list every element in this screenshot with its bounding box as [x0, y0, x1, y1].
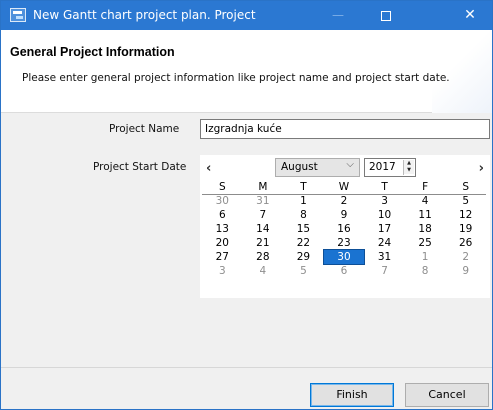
calendar-day-cell[interactable]: 14 [243, 222, 284, 236]
year-spin-buttons[interactable]: ▲ ▼ [403, 160, 414, 175]
finish-button[interactable]: Finish [310, 383, 394, 407]
calendar-day-cell[interactable]: 31 [364, 250, 405, 264]
calendar-day-cell[interactable]: 4 [405, 194, 446, 208]
close-button[interactable]: ✕ [448, 1, 492, 30]
date-picker-calendar: ‹ August ⌵ 2017 ▲ ▼ › S M T W T F S 30 3… [200, 155, 490, 298]
calendar-day-cell[interactable]: 27 [202, 250, 243, 264]
calendar-day-cell[interactable]: 9 [445, 264, 486, 278]
calendar-week-row: 27 28 29 30 31 1 2 [202, 249, 486, 265]
calendar-day-cell[interactable]: 2 [324, 194, 365, 208]
calendar-day-cell[interactable]: 23 [324, 236, 365, 250]
calendar-day-cell[interactable]: 18 [405, 222, 446, 236]
calendar-day-cell[interactable]: 25 [405, 236, 446, 250]
title-bar[interactable]: New Gantt chart project plan. Project — … [1, 1, 492, 30]
weekday-label: F [404, 180, 446, 195]
calendar-day-cell[interactable]: 10 [364, 208, 405, 222]
calendar-day-cell[interactable]: 19 [445, 222, 486, 236]
calendar-day-cell[interactable]: 6 [324, 264, 365, 278]
maximize-button[interactable] [364, 1, 408, 30]
month-value: August [281, 161, 318, 173]
gantt-app-icon [10, 8, 26, 22]
window-title: New Gantt chart project plan. Project [33, 8, 256, 22]
calendar-day-cell[interactable]: 5 [283, 264, 324, 278]
calendar-day-cell[interactable]: 11 [405, 208, 446, 222]
weekday-label: S [445, 180, 486, 195]
calendar-day-cell[interactable]: 21 [243, 236, 284, 250]
calendar-day-cell[interactable]: 26 [445, 236, 486, 250]
weekday-header-row: S M T W T F S [202, 180, 486, 195]
calendar-day-cell[interactable]: 17 [364, 222, 405, 236]
calendar-day-cell[interactable]: 7 [364, 264, 405, 278]
calendar-day-cell[interactable]: 22 [283, 236, 324, 250]
calendar-day-cell[interactable]: 3 [364, 194, 405, 208]
project-name-label: Project Name [109, 123, 180, 135]
project-name-input[interactable]: Izgradnja kuće [200, 119, 490, 139]
calendar-day-cell[interactable]: 15 [283, 222, 324, 236]
calendar-day-cell[interactable]: 6 [202, 208, 243, 222]
chevron-down-icon: ⌵ [346, 159, 354, 170]
calendar-day-cell[interactable]: 8 [283, 208, 324, 222]
spin-up-icon[interactable]: ▲ [404, 160, 414, 167]
year-value: 2017 [369, 161, 396, 173]
calendar-day-cell[interactable]: 9 [324, 208, 365, 222]
calendar-week-row: 30 31 1 2 3 4 5 [202, 194, 486, 208]
calendar-day-cell[interactable]: 29 [283, 250, 324, 264]
previous-month-button[interactable]: ‹ [206, 161, 211, 176]
page-description: Please enter general project information… [22, 72, 450, 84]
calendar-day-cell[interactable]: 5 [445, 194, 486, 208]
cancel-button[interactable]: Cancel [405, 383, 489, 407]
calendar-day-cell[interactable]: 24 [364, 236, 405, 250]
weekday-label: T [283, 180, 324, 195]
calendar-day-cell[interactable]: 2 [445, 250, 486, 264]
calendar-day-cell[interactable]: 1 [283, 194, 324, 208]
calendar-day-cell[interactable]: 28 [243, 250, 284, 264]
wizard-header: General Project Information Please enter… [1, 30, 492, 113]
next-month-button[interactable]: › [479, 161, 484, 176]
maximize-icon [381, 10, 391, 21]
page-title: General Project Information [10, 45, 175, 59]
calendar-day-cell[interactable]: 13 [202, 222, 243, 236]
calendar-day-cell[interactable]: 16 [324, 222, 365, 236]
calendar-day-cell[interactable]: 12 [445, 208, 486, 222]
month-select[interactable]: August ⌵ [275, 158, 360, 177]
calendar-day-cell[interactable]: 3 [202, 264, 243, 278]
year-spinner[interactable]: 2017 ▲ ▼ [364, 158, 416, 177]
calendar-week-row: 13 14 15 16 17 18 19 [202, 222, 486, 236]
calendar-day-cell[interactable]: 7 [243, 208, 284, 222]
calendar-day-cell[interactable]: 30 [202, 194, 243, 208]
weekday-label: T [364, 180, 405, 195]
calendar-day-cell[interactable]: 4 [243, 264, 284, 278]
weekday-label: W [323, 180, 365, 195]
calendar-day-cell[interactable]: 1 [405, 250, 446, 264]
start-date-label: Project Start Date [93, 161, 187, 173]
calendar-week-row: 6 7 8 9 10 11 12 [202, 208, 486, 222]
weekday-label: S [202, 180, 243, 195]
calendar-day-cell[interactable]: 20 [202, 236, 243, 250]
calendar-week-row: 20 21 22 23 24 25 26 [202, 236, 486, 250]
dialog-window: New Gantt chart project plan. Project — … [0, 0, 493, 410]
calendar-grid: S M T W T F S 30 31 1 2 3 4 5 6 7 8 9 10… [202, 180, 486, 278]
spin-down-icon[interactable]: ▼ [404, 167, 414, 174]
calendar-week-row: 3 4 5 6 7 8 9 [202, 264, 486, 278]
weekday-label: M [242, 180, 284, 195]
calendar-day-cell-selected[interactable]: 30 [322, 249, 366, 265]
calendar-day-cell[interactable]: 8 [405, 264, 446, 278]
calendar-day-cell[interactable]: 31 [243, 194, 284, 208]
minimize-button[interactable]: — [316, 1, 360, 30]
footer-separator [1, 367, 492, 368]
